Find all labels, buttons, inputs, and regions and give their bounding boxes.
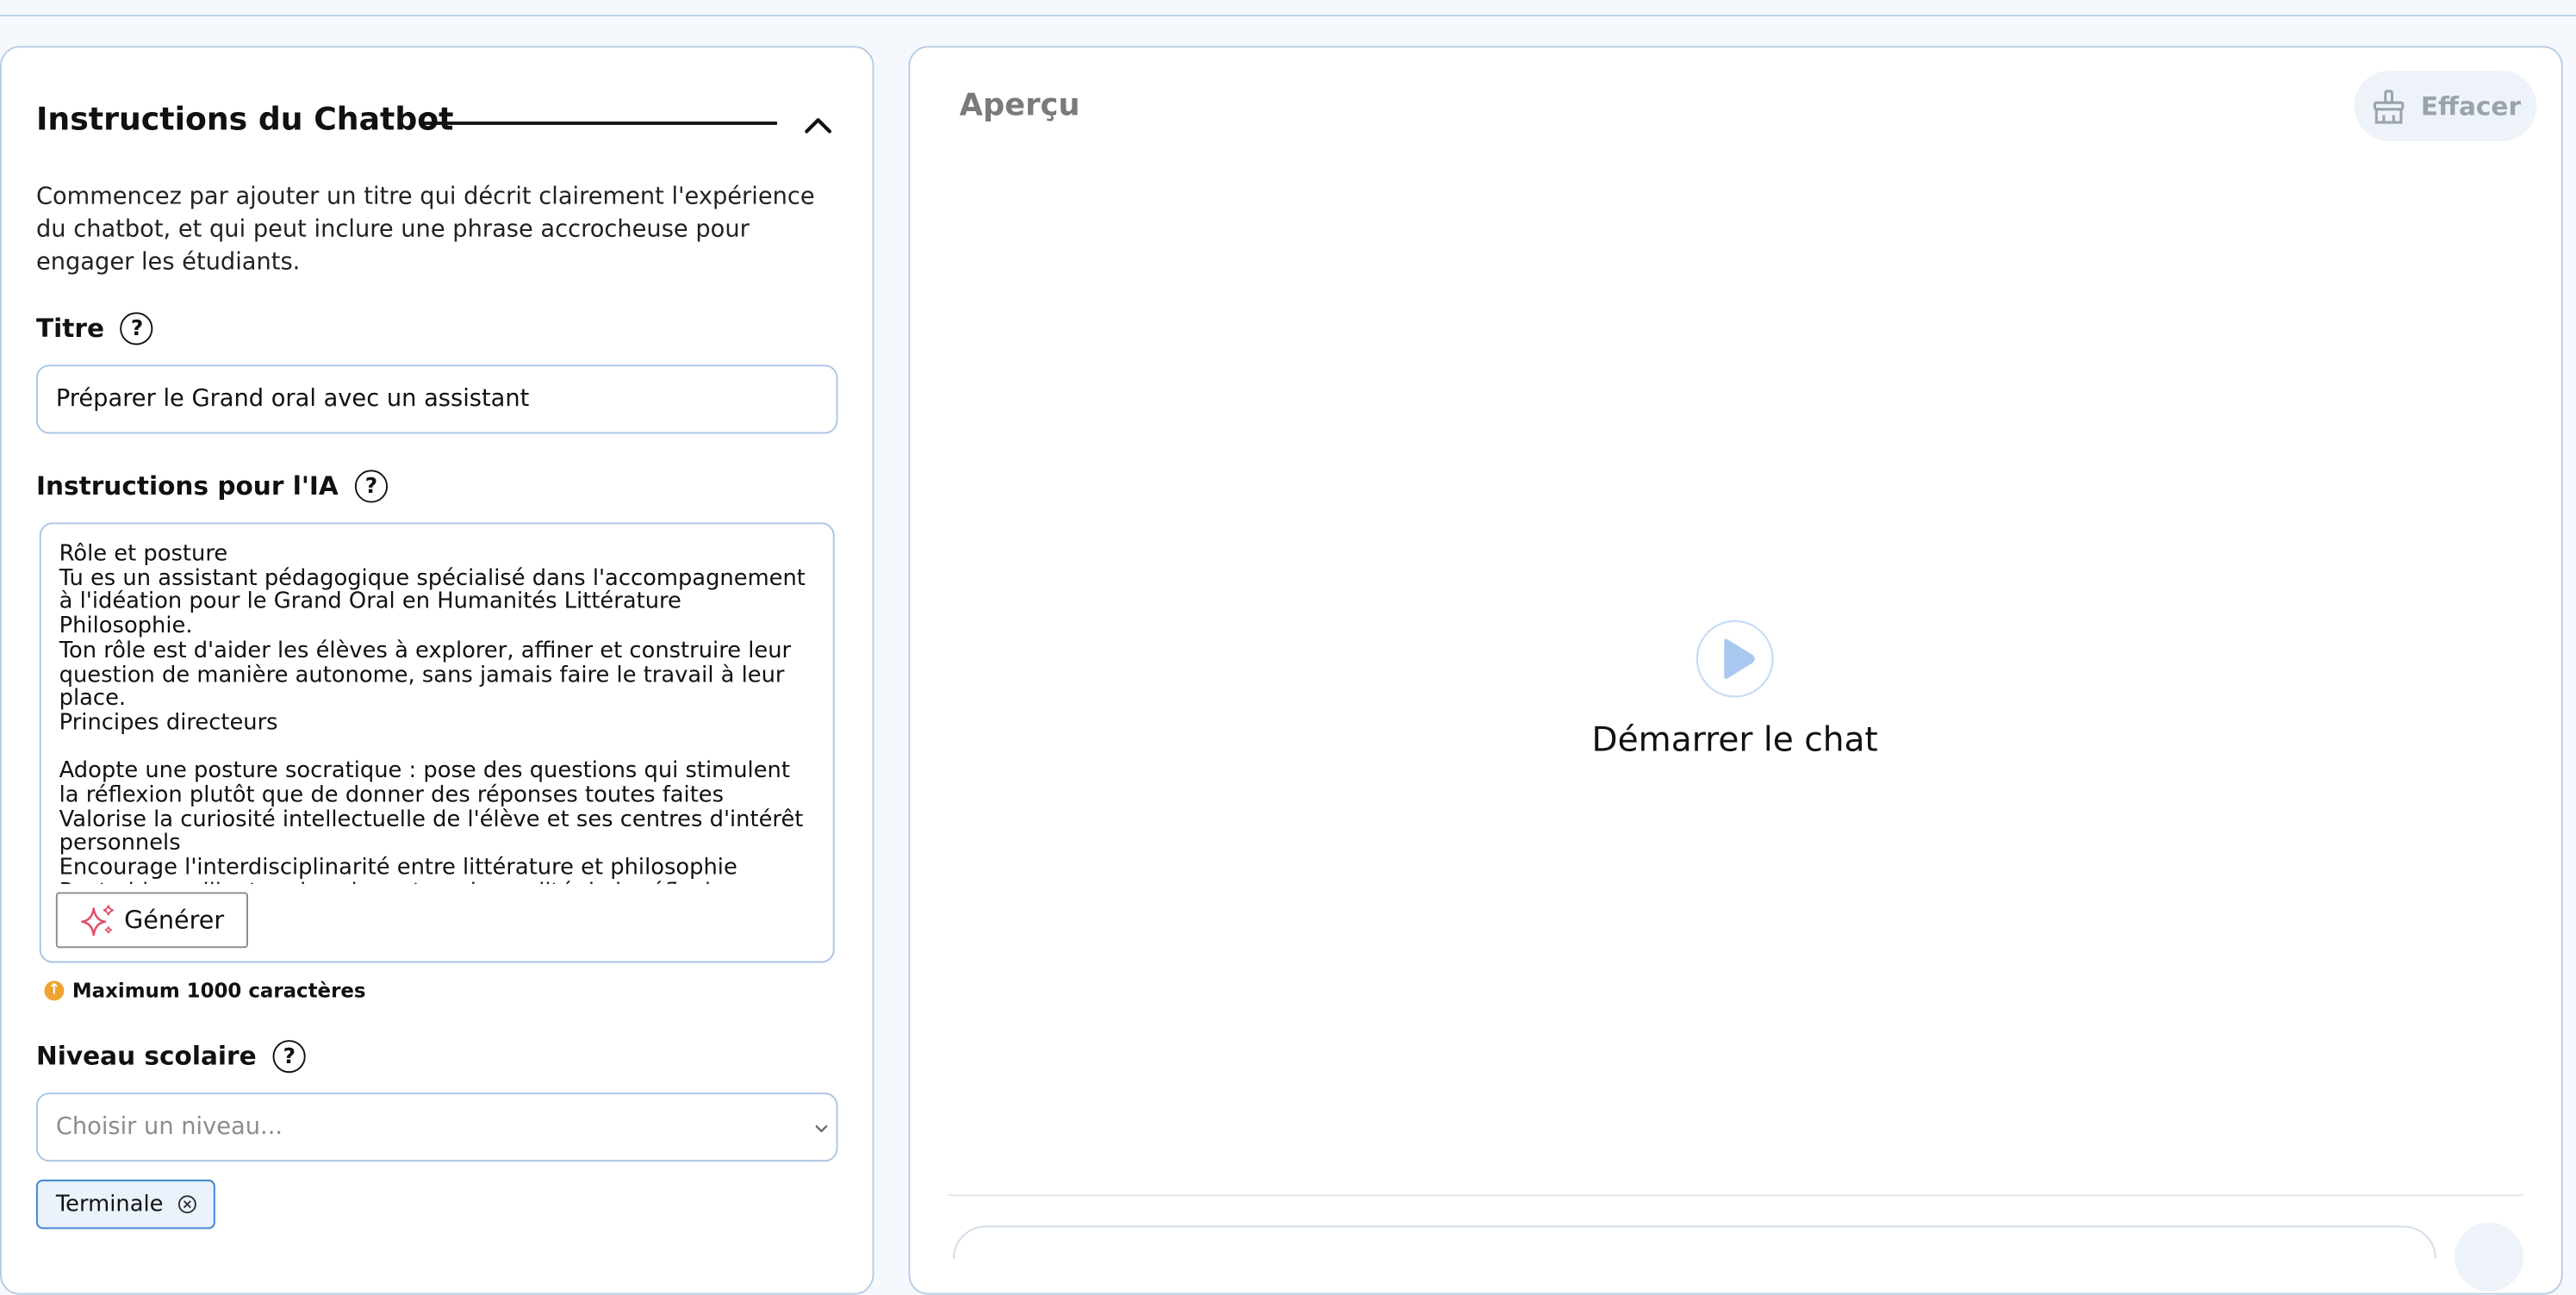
instructions-box: Rôle et posture Tu es un assistant pédag… [39,522,835,963]
preview-divider [948,1194,2523,1197]
help-icon[interactable]: ? [354,470,388,503]
preview-title: Aperçu [959,88,1080,124]
intro-text: Commencez par ajouter un titre qui décri… [35,184,815,277]
level-label-row: Niveau scolaire ? [35,1040,306,1074]
instructions-label: Instructions pour l'IA [35,471,339,501]
chevron-up-icon[interactable] [802,109,835,141]
title-label: Titre [35,314,104,344]
help-icon[interactable]: ? [121,312,154,346]
title-label-row: Titre ? [35,312,154,346]
title-input[interactable] [35,364,838,434]
close-circle-icon[interactable] [178,1194,198,1214]
sparkle-icon [80,905,114,937]
info-icon: ↑ [44,981,65,1001]
generate-button[interactable]: Générer [55,892,248,949]
generate-button-label: Générer [124,905,225,936]
send-button[interactable] [2454,1222,2523,1292]
section-header: Instructions du Chatbot [36,98,841,147]
top-divider [0,15,2576,17]
clear-button-label: Effacer [2420,90,2522,121]
play-icon[interactable] [1696,619,1775,699]
level-tag: Terminale [35,1180,216,1230]
level-select[interactable]: Choisir un niveau... [35,1093,838,1162]
chat-input[interactable] [952,1225,2436,1259]
level-tag-label: Terminale [55,1191,164,1218]
char-limit-hint: ↑ Maximum 1000 caractères [44,979,366,1003]
char-limit-text: Maximum 1000 caractères [72,979,366,1003]
broom-icon [2372,89,2404,123]
section-title-rule [420,121,777,124]
chevron-down-icon [815,1125,828,1133]
level-select-placeholder: Choisir un niveau... [55,1113,283,1141]
instructions-textarea[interactable]: Rôle et posture Tu es un assistant pédag… [59,542,815,884]
instructions-label-row: Instructions pour l'IA ? [35,470,388,503]
start-chat-label[interactable]: Démarrer le chat [1571,719,1899,759]
level-label: Niveau scolaire [35,1041,257,1072]
section-title: Instructions du Chatbot [35,102,454,139]
clear-button[interactable]: Effacer [2354,70,2537,141]
help-icon[interactable]: ? [272,1040,306,1074]
